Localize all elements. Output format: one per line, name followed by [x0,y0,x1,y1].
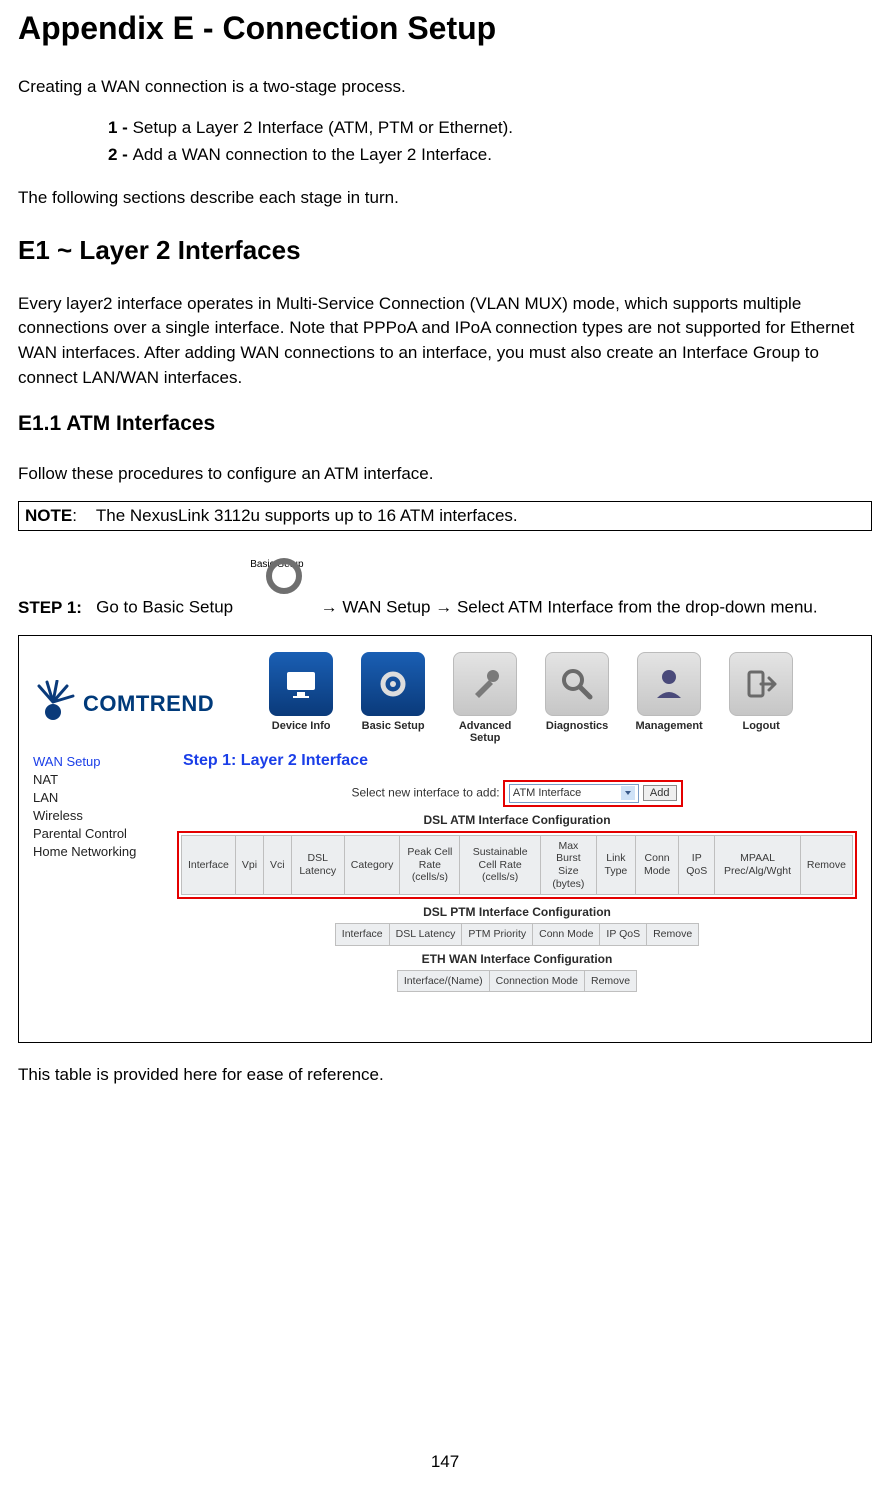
section-e11-title: E1.1 ATM Interfaces [18,412,872,436]
select-label: Select new interface to add: [351,785,499,799]
step-1-label: STEP 1: [18,595,82,621]
closing-line: This table is provided here for ease of … [18,1063,872,1088]
atm-col-max-burst: Max Burst Size (bytes) [540,835,596,894]
add-button[interactable]: Add [643,785,677,801]
nav-advanced-setup[interactable]: Advanced Setup [442,652,528,744]
select-row: Select new interface to add: ATM Interfa… [173,780,861,807]
atm-col-ip-qos: IP QoS [679,835,715,894]
sidenav-home-networking[interactable]: Home Networking [33,844,163,859]
atm-col-dsl-latency: DSL Latency [291,835,344,894]
nav-label: Device Info [272,720,331,732]
note-text: The NexusLink 3112u supports up to 16 AT… [96,506,518,525]
sidenav-wan-setup[interactable]: WAN Setup [33,754,163,769]
eth-config-title: ETH WAN Interface Configuration [173,952,861,966]
atm-col-vci: Vci [264,835,292,894]
ptm-col-interface: Interface [335,924,389,946]
step-heading: Step 1: Layer 2 Interface [183,752,861,770]
sidenav-lan[interactable]: LAN [33,790,163,805]
atm-col-mpaal: MPAAL Prec/Alg/Wght [715,835,801,894]
eth-col-remove: Remove [584,970,636,992]
nav-basic-setup[interactable]: Basic Setup [350,652,436,744]
chevron-down-icon [621,786,635,800]
eth-table: Interface/(Name) Connection Mode Remove [397,970,637,993]
step-1-row: STEP 1: Go to Basic Setup Basic Setup → … [18,549,872,621]
router-ui-screenshot: COMTREND Device Info Basic Setup [18,635,872,1043]
note-box: NOTE: The NexusLink 3112u supports up to… [18,501,872,531]
page-title: Appendix E - Connection Setup [18,10,872,47]
logout-icon [729,652,793,716]
atm-col-interface: Interface [182,835,236,894]
intro-followup: The following sections describe each sta… [18,186,872,211]
stage-2-num: 2 - [108,145,133,164]
tools-icon [453,652,517,716]
top-nav: Device Info Basic Setup Advanced Setup [258,652,804,744]
atm-col-remove: Remove [800,835,852,894]
stage-2-text: Add a WAN connection to the Layer 2 Inte… [133,145,492,164]
atm-col-peak: Peak Cell Rate (cells/s) [400,835,460,894]
person-icon [637,652,701,716]
ptm-col-dsl-latency: DSL Latency [389,924,462,946]
sidenav-parental-control[interactable]: Parental Control [33,826,163,841]
atm-col-vpi: Vpi [235,835,263,894]
nav-label: Management [635,720,702,732]
stage-list: 1 - Setup a Layer 2 Interface (ATM, PTM … [108,114,872,168]
atm-col-link-type: Link Type [596,835,635,894]
ptm-col-ip-qos: IP QoS [600,924,647,946]
eth-col-interface-name: Interface/(Name) [397,970,489,992]
step-1-after: → WAN Setup → Select ATM Interface from … [321,598,818,617]
interface-select[interactable]: ATM Interface [509,784,639,803]
section-e1-title: E1 ~ Layer 2 Interfaces [18,235,872,266]
eth-col-conn-mode: Connection Mode [489,970,584,992]
nav-logout[interactable]: Logout [718,652,804,744]
add-interface-highlight: ATM Interface Add [503,780,683,807]
basic-setup-icon: Basic Setup [242,549,312,621]
atm-config-title: DSL ATM Interface Configuration [173,813,861,827]
ptm-col-remove: Remove [647,924,699,946]
stage-1-text: Setup a Layer 2 Interface (ATM, PTM or E… [133,118,513,137]
atm-table-highlight: Interface Vpi Vci DSL Latency Category P… [177,831,857,899]
ptm-col-conn-mode: Conn Mode [533,924,600,946]
ptm-col-ptm-priority: PTM Priority [462,924,533,946]
section-e1-body: Every layer2 interface operates in Multi… [18,292,872,391]
monitor-icon [269,652,333,716]
nav-label: Advanced Setup [459,720,512,744]
sidenav-wireless[interactable]: Wireless [33,808,163,823]
magnifier-icon [545,652,609,716]
section-e11-body: Follow these procedures to configure an … [18,462,872,487]
side-nav: WAN Setup NAT LAN Wireless Parental Cont… [19,746,169,1042]
nav-label: Logout [742,720,779,732]
atm-table: Interface Vpi Vci DSL Latency Category P… [181,835,853,895]
ptm-config-title: DSL PTM Interface Configuration [173,905,861,919]
main-panel: Step 1: Layer 2 Interface Select new int… [169,746,871,1042]
page-number: 147 [0,1452,890,1472]
ptm-table: Interface DSL Latency PTM Priority Conn … [335,923,699,946]
nav-label: Diagnostics [546,720,608,732]
atm-col-category: Category [344,835,400,894]
logo-text: COMTREND [83,691,214,717]
sidenav-nat[interactable]: NAT [33,772,163,787]
logo: COMTREND [29,680,214,728]
atm-col-conn-mode: Conn Mode [635,835,678,894]
nav-device-info[interactable]: Device Info [258,652,344,744]
note-label: NOTE [25,506,72,525]
gear-icon [361,652,425,716]
nav-label: Basic Setup [362,720,425,732]
atm-col-sustainable: Sustainable Cell Rate (cells/s) [460,835,541,894]
nav-management[interactable]: Management [626,652,712,744]
interface-select-value: ATM Interface [513,787,581,799]
intro-text: Creating a WAN connection is a two-stage… [18,75,872,100]
stage-1-num: 1 - [108,118,133,137]
logo-icon [29,680,77,728]
step-1-before: Go to Basic Setup [96,598,233,617]
nav-diagnostics[interactable]: Diagnostics [534,652,620,744]
